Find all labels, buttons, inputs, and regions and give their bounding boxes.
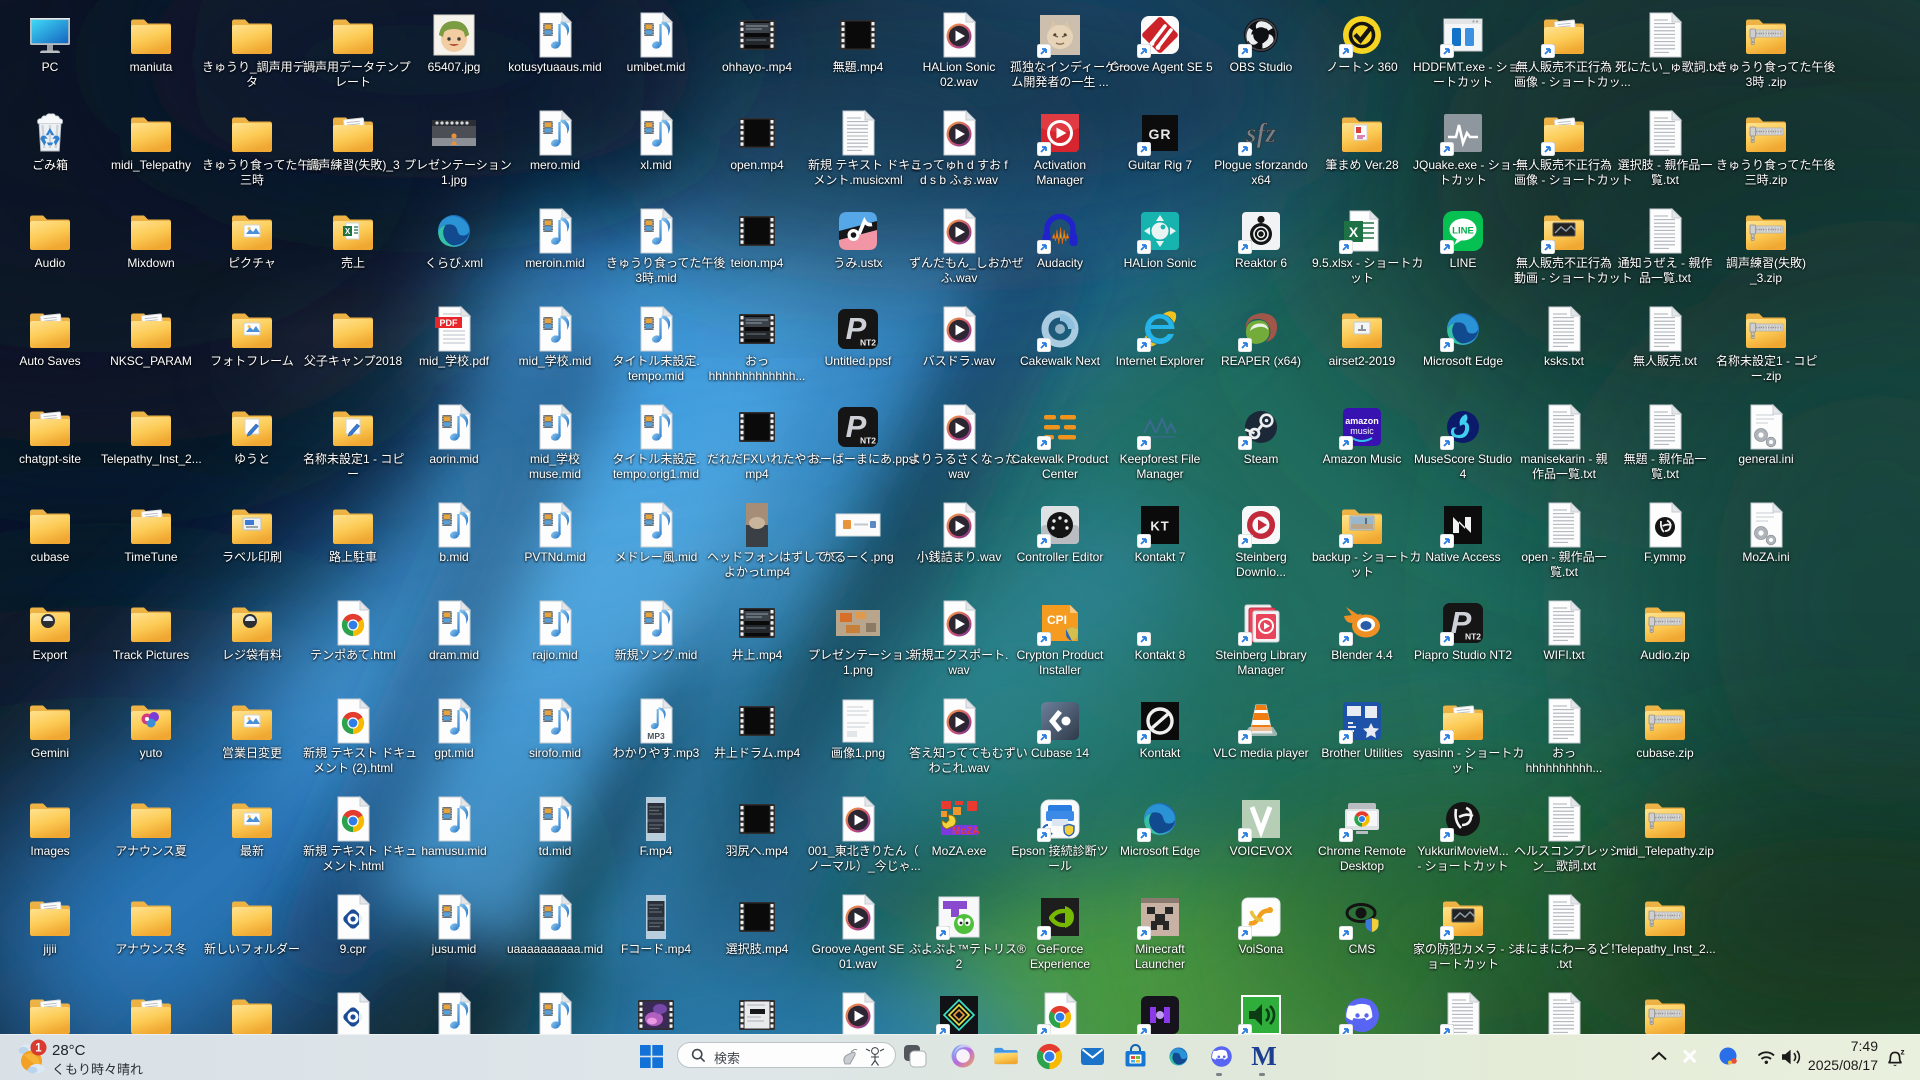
svg-text:z: z [1901,1046,1905,1056]
svg-text:1: 1 [35,1043,42,1055]
